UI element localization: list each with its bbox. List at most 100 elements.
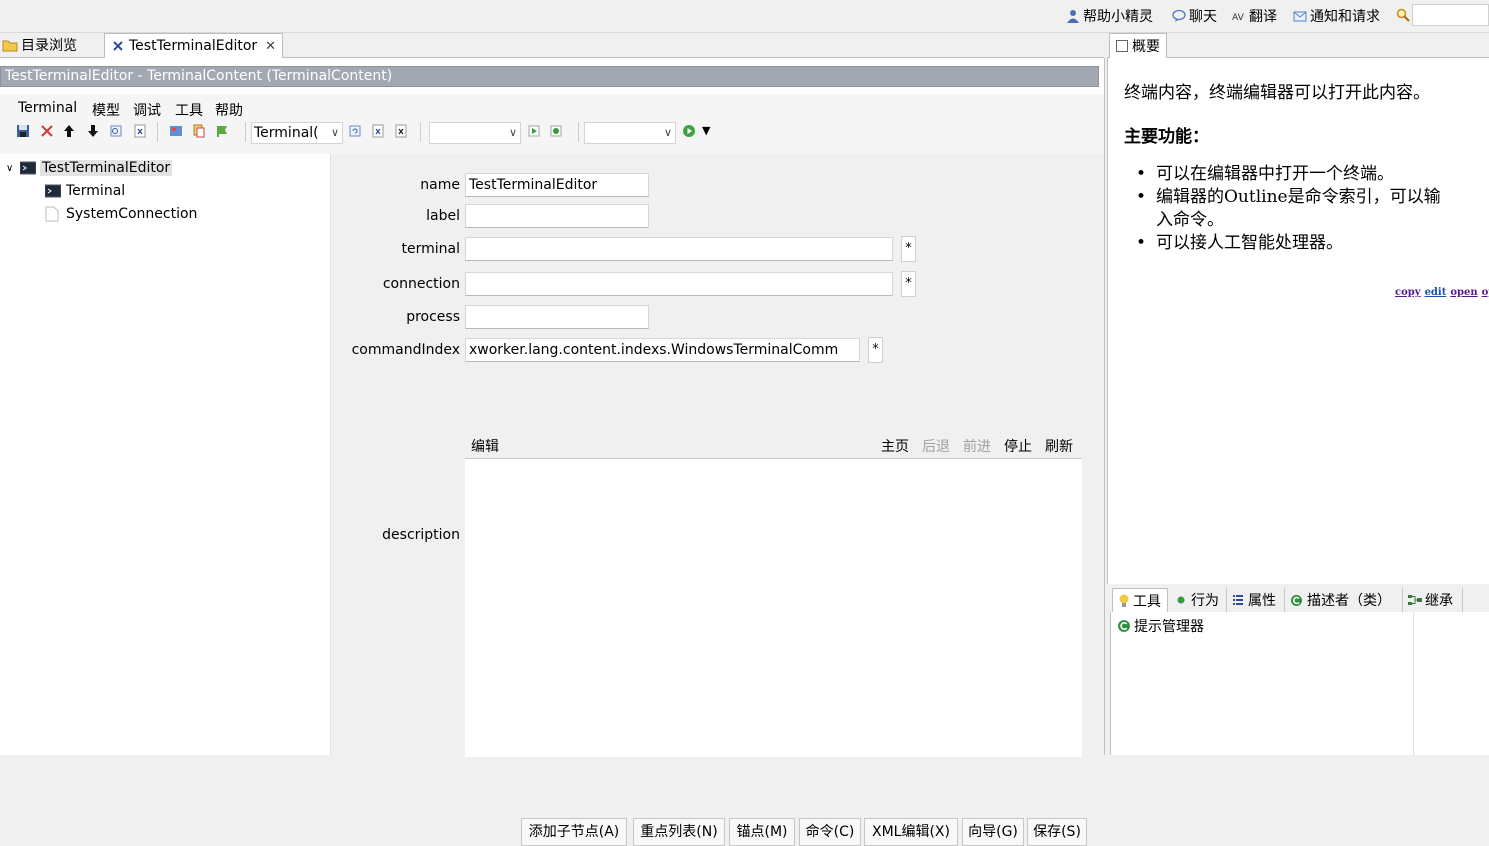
tab-tools[interactable]: 工具 (1112, 588, 1168, 612)
xml-edit-button[interactable]: XML编辑(X) (864, 818, 958, 846)
feature-list: 可以在编辑器中打开一个终端。 编辑器的Outline是命令索引，可以输 入命令。… (1136, 163, 1441, 255)
tab-overview[interactable]: 概要 (1109, 33, 1167, 58)
tab-test-terminal-editor[interactable]: TestTerminalEditor ✕ (104, 33, 284, 58)
list-icon (1233, 595, 1243, 605)
tree-item-label: Terminal (66, 183, 126, 199)
copy-link[interactable]: copy (1395, 287, 1421, 298)
thing-selector-combo[interactable]: Terminal( ∨ (251, 122, 343, 144)
tree-item-system-connection[interactable]: SystemConnection (45, 204, 197, 224)
key-list-button[interactable]: 重点列表(N) (633, 818, 725, 846)
tab-descriptors[interactable]: 描述者（类） (1285, 588, 1403, 612)
chevron-down-icon[interactable]: ∨ (6, 163, 20, 174)
menu-terminal[interactable]: Terminal (18, 100, 77, 116)
save-icon[interactable] (16, 124, 30, 138)
terminal-field[interactable] (465, 237, 893, 261)
chat-link[interactable]: 聊天 (1172, 6, 1217, 26)
label-field[interactable] (465, 204, 649, 228)
description-edit-link[interactable]: 编辑 (471, 436, 499, 456)
tree-item-terminal[interactable]: Terminal (45, 181, 125, 201)
command-index-label: commandIndex (351, 342, 460, 358)
chevron-down-icon: ∨ (508, 126, 517, 139)
tools-tab-bar: 工具 行为 属性 描述者（类） 继承 (1110, 588, 1489, 613)
overview-icon (1116, 40, 1128, 52)
dropdown-arrow-icon[interactable]: ▼ (702, 124, 710, 137)
x-doc-icon[interactable] (371, 124, 385, 138)
list-item-continuation: 入命令。 (1156, 210, 1224, 230)
tree-item-label: TestTerminalEditor (40, 160, 173, 176)
lightbulb-icon (1119, 594, 1129, 607)
label-label: label (426, 208, 460, 224)
name-label: name (420, 177, 460, 193)
anchor-button[interactable]: 锚点(M) (729, 818, 795, 846)
debug-icon[interactable] (549, 124, 563, 138)
menu-model[interactable]: 模型 (92, 100, 120, 120)
cycle-icon (1291, 594, 1302, 606)
cycle-icon (1118, 620, 1130, 632)
chevron-down-icon: ∨ (663, 126, 672, 139)
add-child-button[interactable]: 添加子节点(A) (521, 818, 627, 846)
terminal-label: terminal (401, 241, 460, 257)
save-button[interactable]: 保存(S) (1027, 818, 1087, 846)
search-input[interactable] (1412, 4, 1489, 26)
connection-select-button[interactable]: * (901, 271, 916, 297)
overview-description: 终端内容，终端编辑器可以打开此内容。 (1124, 83, 1430, 103)
menu-debug[interactable]: 调试 (133, 100, 161, 120)
browser-back-link[interactable]: 后退 (922, 436, 950, 456)
close-icon[interactable]: ✕ (265, 39, 276, 54)
flag-icon[interactable] (215, 124, 229, 138)
terminal-select-button[interactable]: * (901, 236, 916, 262)
outline-icon[interactable] (169, 124, 183, 138)
notifications-link[interactable]: 通知和请求 (1293, 6, 1380, 26)
list-item: 可以接人工智能处理器。 (1136, 232, 1441, 255)
panel-divider (1413, 612, 1414, 755)
openu-link[interactable]: openu (1482, 287, 1489, 298)
tab-inheritance[interactable]: 继承 (1403, 588, 1463, 612)
chat-label: 聊天 (1189, 9, 1217, 25)
connection-field[interactable] (465, 272, 893, 296)
find-icon[interactable] (109, 124, 123, 138)
process-field[interactable] (465, 305, 649, 329)
search-icon[interactable] (1396, 8, 1410, 22)
command-index-field[interactable]: xworker.lang.content.indexs.WindowsTermi… (465, 338, 860, 362)
x-doc-icon[interactable] (133, 124, 147, 138)
command-button[interactable]: 命令(C) (799, 818, 861, 846)
tab-label: 行为 (1191, 593, 1219, 609)
tab-directory-browse[interactable]: 目录浏览 (0, 33, 83, 57)
move-up-icon[interactable] (62, 124, 76, 138)
menu-tools[interactable]: 工具 (175, 100, 203, 120)
refresh-doc-icon[interactable] (348, 124, 362, 138)
action-combo[interactable]: ∨ (584, 122, 676, 144)
delete-icon[interactable] (40, 124, 54, 138)
browser-stop-link[interactable]: 停止 (1004, 436, 1032, 456)
browser-refresh-link[interactable]: 刷新 (1045, 436, 1073, 456)
model-combo[interactable]: ∨ (429, 122, 521, 144)
x-doc-icon[interactable] (394, 124, 408, 138)
browser-forward-link[interactable]: 前进 (963, 436, 991, 456)
tool-item-prompt-manager[interactable]: 提示管理器 (1117, 616, 1204, 636)
svg-text:AV: AV (1232, 13, 1245, 23)
thing-selector-value: Terminal( (254, 125, 319, 141)
tab-properties[interactable]: 属性 (1227, 588, 1285, 612)
run-icon[interactable] (527, 124, 541, 138)
command-index-select-button[interactable]: * (868, 337, 883, 363)
open-link[interactable]: open (1450, 287, 1477, 298)
help-assistant-link[interactable]: 帮助小精灵 (1066, 6, 1153, 26)
document-icon (45, 206, 59, 222)
browser-home-link[interactable]: 主页 (881, 436, 909, 456)
description-browser[interactable] (465, 459, 1082, 757)
wizard-button[interactable]: 向导(G) (962, 818, 1024, 846)
tab-actions[interactable]: 行为 (1170, 588, 1227, 612)
overview-heading: 主要功能： (1124, 127, 1209, 147)
menu-help[interactable]: 帮助 (215, 100, 243, 120)
name-field[interactable]: TestTerminalEditor (465, 173, 649, 197)
tree-item-label: SystemConnection (66, 206, 198, 222)
tool-item-label: 提示管理器 (1134, 619, 1204, 635)
copy-icon[interactable] (192, 124, 206, 138)
play-icon[interactable] (682, 124, 696, 138)
move-down-icon[interactable] (86, 124, 100, 138)
property-form: name TestTerminalEditor label terminal *… (331, 154, 1104, 846)
tree-item-root[interactable]: ∨ TestTerminalEditor (6, 158, 173, 178)
list-item: 编辑器的Outline是命令索引，可以输 (1136, 186, 1441, 209)
translate-link[interactable]: AV 翻译 (1232, 6, 1277, 26)
edit-link[interactable]: edit (1425, 287, 1447, 298)
